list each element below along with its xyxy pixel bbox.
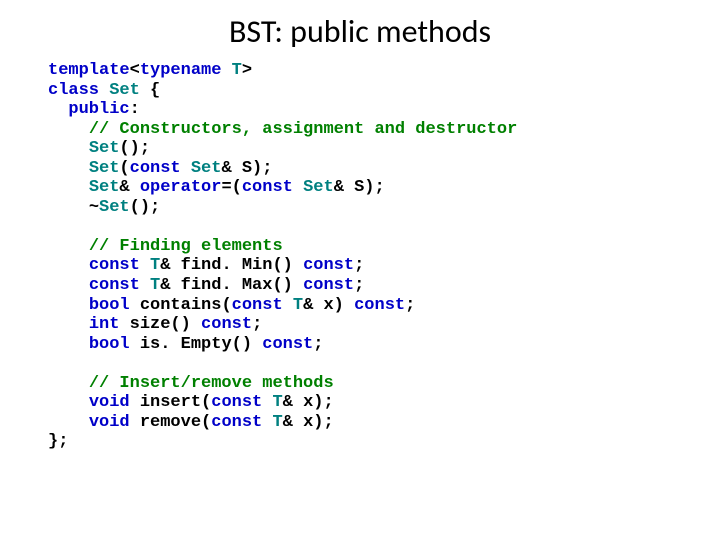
slide-title: BST: public methods — [0, 12, 720, 51]
kw-const: const — [211, 413, 262, 432]
sp — [262, 413, 272, 432]
contains-open: contains( — [130, 296, 232, 315]
ref-s: & S); — [334, 178, 385, 197]
indent2 — [48, 100, 68, 119]
type-T: T — [150, 256, 160, 275]
kw-operator: operator — [140, 178, 222, 197]
kw-void: void — [89, 393, 130, 412]
kw-template: template — [48, 61, 130, 80]
kw-bool: bool — [89, 296, 130, 315]
kw-const: const — [201, 315, 252, 334]
type-Set: Set — [303, 178, 334, 197]
semi: ; — [354, 256, 364, 275]
findmax: & find. Max() — [160, 276, 303, 295]
eq-open: =( — [221, 178, 241, 197]
sp — [221, 61, 231, 80]
kw-const: const — [303, 256, 354, 275]
code-block: template<typename T> class Set { public:… — [48, 61, 720, 452]
semi: ; — [354, 276, 364, 295]
kw-const: const — [130, 159, 181, 178]
paren-open: ( — [119, 159, 129, 178]
kw-const: const — [354, 296, 405, 315]
kw-const: const — [89, 276, 140, 295]
semi: ; — [405, 296, 415, 315]
semi: ; — [252, 315, 262, 334]
ctor-paren: (); — [119, 139, 150, 158]
gt: > — [242, 61, 252, 80]
indent — [48, 159, 89, 178]
ref-s: & S); — [221, 159, 272, 178]
size-sig: size() — [119, 315, 201, 334]
tref-x: & x) — [303, 296, 354, 315]
remove-open: remove( — [130, 413, 212, 432]
type-Set: Set — [191, 159, 222, 178]
kw-const: const — [89, 256, 140, 275]
kw-public: public — [68, 100, 129, 119]
indent — [48, 374, 89, 393]
sp — [283, 296, 293, 315]
kw-bool: bool — [89, 335, 130, 354]
lt: < — [130, 61, 140, 80]
kw-class: class — [48, 81, 99, 100]
insert-open: insert( — [130, 393, 212, 412]
void-close: (); — [130, 198, 161, 217]
type-Set: Set — [89, 178, 120, 197]
sp — [140, 276, 150, 295]
kw-const: const — [211, 393, 262, 412]
type-T: T — [272, 393, 282, 412]
indent — [48, 296, 89, 315]
type-Set: Set — [109, 81, 140, 100]
indent — [48, 413, 89, 432]
type-Set: Set — [89, 139, 120, 158]
type-T: T — [150, 276, 160, 295]
close-brace: }; — [48, 432, 68, 451]
indent — [48, 315, 89, 334]
tilde: ~ — [89, 198, 99, 217]
indent — [48, 120, 89, 139]
type-T: T — [293, 296, 303, 315]
kw-const: const — [303, 276, 354, 295]
kw-void: void — [89, 413, 130, 432]
indent — [48, 139, 89, 158]
kw-const: const — [232, 296, 283, 315]
amp: & — [119, 178, 139, 197]
type-Set: Set — [99, 198, 130, 217]
indent — [48, 178, 89, 197]
sp — [262, 393, 272, 412]
sp — [99, 81, 109, 100]
brace: { — [140, 81, 160, 100]
kw-const: const — [242, 178, 293, 197]
indent — [48, 335, 89, 354]
kw-const: const — [262, 335, 313, 354]
indent — [48, 198, 89, 217]
type-T: T — [232, 61, 242, 80]
comment-finding: // Finding elements — [89, 237, 283, 256]
indent — [48, 393, 89, 412]
tref-x-semi: & x); — [283, 413, 334, 432]
indent — [48, 276, 89, 295]
indent — [48, 237, 89, 256]
indent — [48, 256, 89, 275]
sp — [140, 256, 150, 275]
isempty-sig: is. Empty() — [130, 335, 263, 354]
tref-x-semi: & x); — [283, 393, 334, 412]
semi: ; — [313, 335, 323, 354]
type-Set: Set — [89, 159, 120, 178]
comment-constructors: // Constructors, assignment and destruct… — [89, 120, 517, 139]
colon: : — [130, 100, 140, 119]
sp — [293, 178, 303, 197]
findmin: & find. Min() — [160, 256, 303, 275]
sp — [181, 159, 191, 178]
type-T: T — [272, 413, 282, 432]
kw-typename: typename — [140, 61, 222, 80]
comment-insert-remove: // Insert/remove methods — [89, 374, 334, 393]
kw-int: int — [89, 315, 120, 334]
